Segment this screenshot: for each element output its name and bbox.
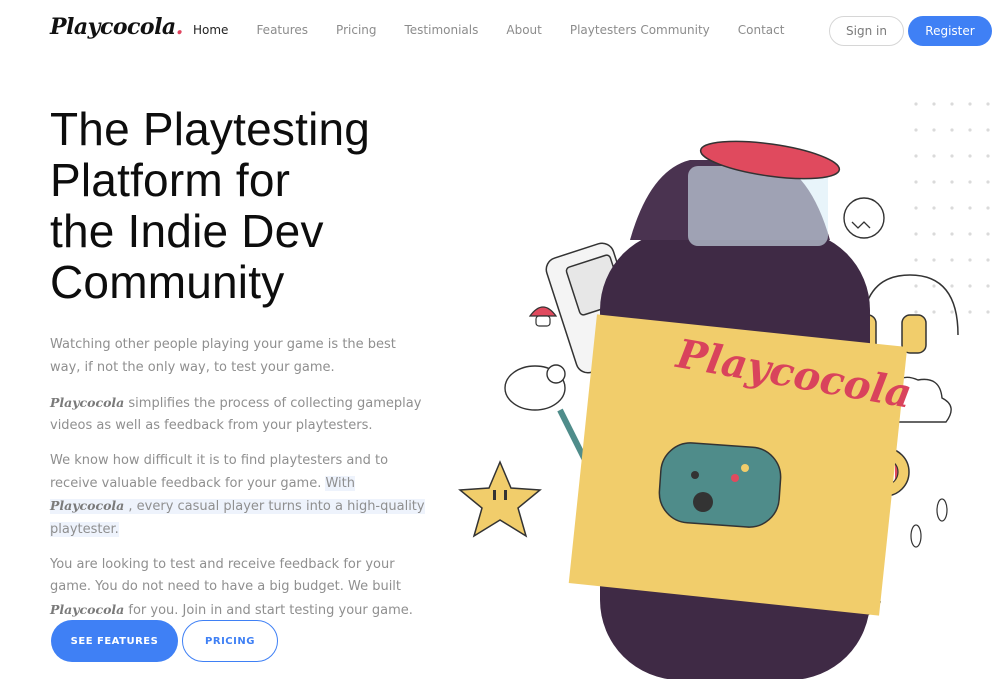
hero-paragraph-3: We know how difficult it is to find play… <box>50 450 430 541</box>
dinosaur-character-icon <box>504 364 593 472</box>
brand-name: Playcocola <box>50 601 125 617</box>
dot-grid-decoration <box>914 102 990 314</box>
signin-button[interactable]: Sign in <box>829 16 904 46</box>
round-ghost-icon <box>843 197 885 239</box>
paragraph-4-text-a: You are looking to test and receive feed… <box>50 556 402 595</box>
logo-dot: . <box>175 14 184 40</box>
paragraph-4-text-b: for you. Join in and start testing your … <box>124 602 413 618</box>
hero-paragraph-1: Watching other people playing your game … <box>50 337 396 375</box>
nav-link-home[interactable]: Home <box>193 23 228 37</box>
logo[interactable]: Playcocola. <box>50 14 183 40</box>
headline-line-4: Community <box>50 256 285 308</box>
nav-link-community[interactable]: Playtesters Community <box>570 23 710 37</box>
nav-link-pricing[interactable]: Pricing <box>336 23 376 37</box>
mushroom-icon <box>528 306 558 327</box>
see-features-button[interactable]: SEE FEATURES <box>51 620 178 662</box>
star-icon <box>458 460 542 538</box>
hero-body: Watching other people playing your game … <box>50 334 430 635</box>
hero-headline: The Playtesting Platform for the Indie D… <box>50 104 470 308</box>
logo-text: Playcocola <box>50 14 176 40</box>
headline-line-2: Platform for <box>50 154 291 206</box>
highlight-text-a: With <box>325 475 356 491</box>
hero-paragraph-4: You are looking to test and receive feed… <box>50 554 430 623</box>
nav-link-features[interactable]: Features <box>256 23 308 37</box>
register-button[interactable]: Register <box>908 16 992 46</box>
coins-icon <box>910 498 948 548</box>
pricing-button[interactable]: PRICING <box>182 620 278 662</box>
headline-line-3: the Indie Dev <box>50 205 324 257</box>
hero-illustration: Playcocola <box>458 102 990 679</box>
hero-paragraph-2: Playcocola simplifies the process of col… <box>50 392 430 438</box>
nav-link-about[interactable]: About <box>506 23 541 37</box>
nav-link-contact[interactable]: Contact <box>738 23 785 37</box>
brand-name: Playcocola <box>50 394 125 410</box>
brand-name: Playcocola <box>50 498 125 513</box>
nav-link-testimonials[interactable]: Testimonials <box>405 23 479 37</box>
top-nav: Playcocola. Home Features Pricing Testim… <box>0 0 1000 64</box>
headline-line-1: The Playtesting <box>50 103 371 155</box>
nav-links: Home Features Pricing Testimonials About… <box>193 23 812 37</box>
